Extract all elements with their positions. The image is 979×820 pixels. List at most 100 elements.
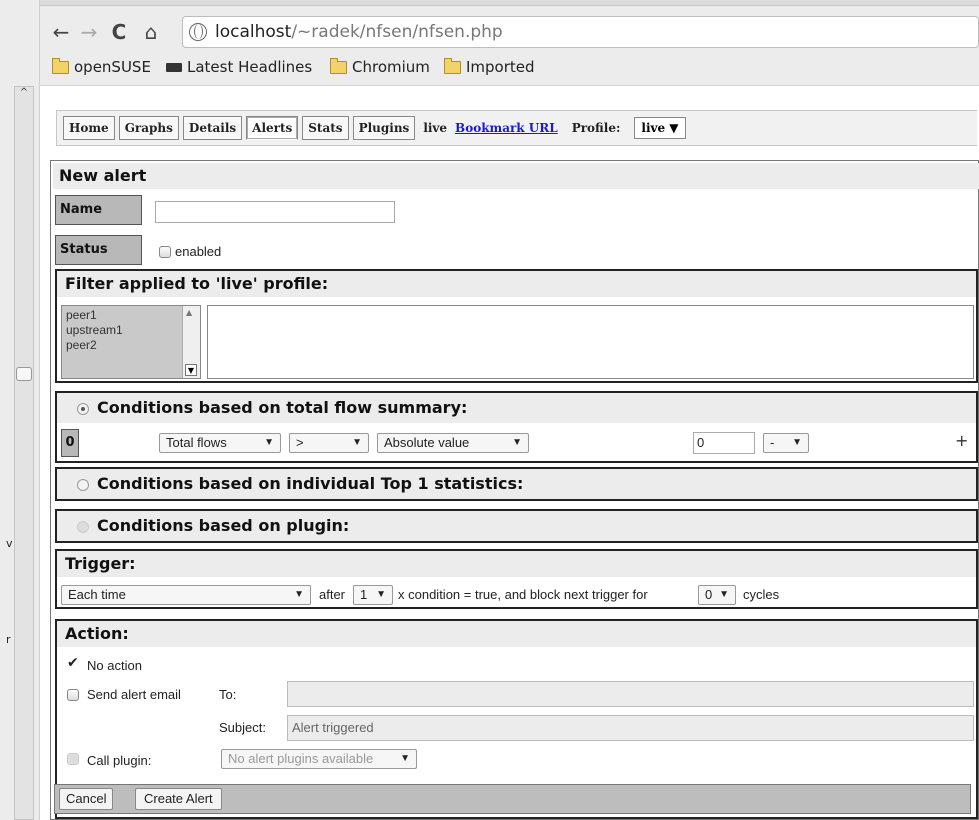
conditions-top1-frame: Conditions based on individual Top 1 sta… [55,467,978,501]
condition-index: 0 [61,429,79,457]
bookmark-url-link[interactable]: Bookmark URL [455,121,558,135]
condition-unit-select[interactable]: - ▼ [763,433,809,453]
form-buttons-bar: Cancel Create Alert [54,784,971,814]
trigger-block-select[interactable]: 0 ▼ [698,585,736,605]
status-enabled-label: enabled [175,244,222,259]
trigger-type-select[interactable]: Each time ▼ [61,585,311,605]
scroll-down-icon[interactable]: ▼ [185,364,197,376]
profile-select[interactable]: live ▼ [634,117,686,139]
condition-operator-select[interactable]: > ▼ [289,433,369,453]
trigger-frame: Trigger: Each time ▼ after 1 ▼ x condition… [55,549,978,609]
trigger-cycles-label: cycles [743,587,780,602]
no-action-label: No action [87,658,142,673]
bookmark-label: Chromium [352,58,430,76]
conditions-flow-frame: Conditions based on total flow summary: … [55,391,978,463]
cancel-button[interactable]: Cancel [59,788,114,810]
bookmark-label: Latest Headlines [187,58,313,76]
conditions-flow-radio[interactable] [77,403,89,415]
create-alert-button[interactable]: Create Alert [135,788,222,810]
select-value: 1 [360,587,368,602]
folder-icon [52,57,69,74]
send-email-checkbox[interactable] [67,689,79,701]
url-host: localhost [215,22,292,42]
action-title: Action: [57,621,976,647]
new-alert-panel: New alert Name Status enabled Filter app… [50,160,979,820]
folder-icon [330,57,347,74]
bookmark-opensuse[interactable]: openSUSE [52,56,151,78]
conditions-top1-header: Conditions based on individual Top 1 sta… [57,469,976,499]
tab-stats[interactable]: Stats [302,116,349,140]
live-label: live [423,121,448,135]
browser-toolbar: ← → C ⌂ localhost/~radek/nfsen/nfsen.php… [40,0,979,86]
status-enabled-checkbox[interactable] [159,246,171,258]
scroll-thumb[interactable] [16,367,32,381]
conditions-plugin-radio[interactable] [77,521,89,533]
tab-details[interactable]: Details [182,116,243,140]
filter-title: Filter applied to 'live' profile: [57,271,976,297]
list-item[interactable]: peer2 [66,338,196,353]
condition-type-select[interactable]: Total flows ▼ [159,433,281,453]
edge-text: r [6,633,11,646]
profile-value: live [641,121,666,135]
bookmark-imported[interactable]: Imported [444,56,535,78]
email-to-label: To: [219,687,237,702]
email-subject-label: Subject: [219,720,266,735]
address-bar[interactable]: localhost/~radek/nfsen/nfsen.php [182,16,979,48]
call-plugin-label: Call plugin: [87,753,152,768]
trigger-after-label: after [319,587,346,602]
scroll-up-icon[interactable]: ▲ [186,308,192,317]
conditions-plugin-header: Conditions based on plugin: [57,511,976,541]
conditions-top1-radio[interactable] [77,479,89,491]
select-value: Total flows [166,435,227,450]
conditions-top1-title: Conditions based on individual Top 1 sta… [97,474,524,493]
channel-listbox[interactable]: peer1 upstream1 peer2 ▲ ▼ [61,305,201,379]
bookmark-label: openSUSE [74,58,151,76]
url-path: /~radek/nfsen/nfsen.php [291,22,503,42]
bookmark-label: Imported [466,58,535,76]
filter-textarea[interactable] [207,305,974,379]
new-alert-title: New alert [53,163,979,189]
listbox-scrollbar[interactable]: ▲ ▼ [182,306,200,378]
home-icon[interactable]: ⌂ [140,20,162,44]
main-tabs: Home Graphs Details Alerts Stats Plugins… [56,110,977,146]
trigger-after-select[interactable]: 1 ▼ [353,585,393,605]
tab-home[interactable]: Home [63,116,115,140]
email-to-input[interactable] [287,681,974,707]
call-plugin-checkbox[interactable] [67,753,79,765]
select-value: Each time [68,587,126,602]
condition-comparison-select[interactable]: Absolute value ▼ [377,433,529,453]
bookmark-latest-headlines[interactable]: Latest Headlines [166,56,312,78]
condition-value-input[interactable]: 0 [693,432,755,454]
back-arrow-icon[interactable]: ← [50,20,72,44]
vertical-scrollbar[interactable]: ^ [14,86,34,820]
forward-arrow-icon[interactable]: → [78,20,100,44]
conditions-plugin-frame: Conditions based on plugin: [55,509,978,543]
no-action-checkbox[interactable]: ✔ [67,655,79,671]
select-value: No alert plugins available [228,751,374,766]
rss-icon [166,62,182,72]
folder-icon [444,57,461,74]
list-item[interactable]: upstream1 [66,323,196,338]
window-left-strip: ^ v r [0,0,40,820]
tab-alerts[interactable]: Alerts [246,116,299,140]
select-value: Absolute value [384,435,470,450]
name-input[interactable] [155,201,395,223]
tab-plugins[interactable]: Plugins [352,116,416,140]
tab-graphs[interactable]: Graphs [118,116,179,140]
status-label: Status [55,235,142,265]
select-value: - [770,435,775,450]
conditions-flow-header: Conditions based on total flow summary: [57,393,976,423]
scroll-up-arrow-icon[interactable]: ^ [15,87,33,99]
globe-icon [189,23,207,41]
profile-label: Profile: [571,121,621,135]
list-item[interactable]: peer1 [66,308,196,323]
email-subject-input[interactable]: Alert triggered [287,715,974,741]
edge-text: v [6,537,13,550]
bookmark-chromium[interactable]: Chromium [330,56,430,78]
reload-icon[interactable]: C [108,20,130,44]
trigger-title: Trigger: [57,551,976,577]
plugin-select[interactable]: No alert plugins available ▼ [221,749,417,769]
add-condition-icon[interactable]: + [955,431,968,450]
trigger-condition-text: x condition = true, and block next trigg… [398,587,648,602]
conditions-plugin-title: Conditions based on plugin: [97,516,350,535]
